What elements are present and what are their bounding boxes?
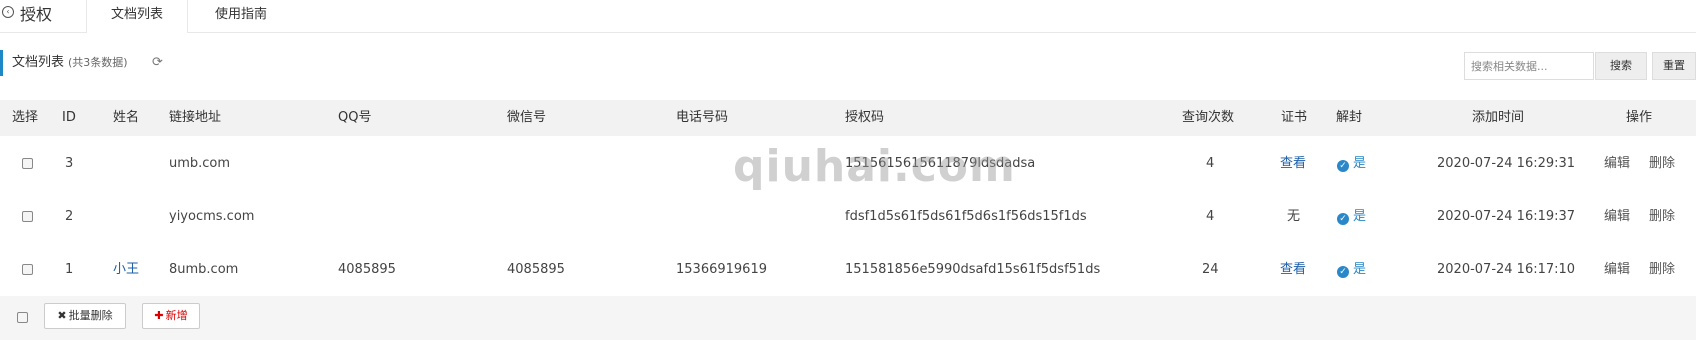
close-icon: ✖: [57, 309, 67, 322]
row-checkbox[interactable]: [22, 158, 33, 169]
row-unlock-label: 是: [1353, 209, 1367, 224]
table-footer: [0, 296, 1696, 340]
col-cert: 证书: [1281, 110, 1308, 125]
row-queries: 24: [1202, 262, 1219, 277]
list-header: 文档列表 (共3条数据): [0, 50, 128, 76]
col-queries: 查询次数: [1182, 110, 1235, 125]
row-code: fdsf1d5s61f5ds61f5d6s1f56ds15f1ds: [845, 209, 1087, 224]
col-qq: QQ号: [338, 110, 372, 125]
list-count: (共3条数据): [68, 56, 128, 69]
reset-button[interactable]: 重置: [1652, 52, 1696, 80]
row-cert-view[interactable]: 查看: [1280, 243, 1306, 296]
plus-icon: ✚: [154, 309, 164, 322]
row-id: 1: [65, 262, 74, 277]
tab-usage-guide[interactable]: 使用指南: [196, 0, 286, 32]
row-url: umb.com: [169, 156, 231, 171]
row-edit-button[interactable]: 编辑: [1604, 137, 1630, 190]
table-row: 2 yiyocms.com fdsf1d5s61f5ds61f5d6s1f56d…: [0, 190, 1696, 244]
row-delete-button[interactable]: 删除: [1649, 190, 1675, 243]
row-phone: 15366919619: [676, 262, 767, 277]
col-unlock: 解封: [1336, 110, 1363, 125]
col-id: ID: [62, 110, 76, 125]
batch-delete-label: 批量删除: [68, 309, 113, 322]
col-time: 添加时间: [1472, 110, 1525, 125]
row-unlock-label: 是: [1353, 156, 1367, 171]
check-circle-icon: ✓: [1337, 213, 1349, 225]
back-icon[interactable]: ‹: [2, 6, 14, 18]
row-code: 151581856e5990dsafd15s61f5dsf51ds: [845, 262, 1101, 277]
row-id: 3: [65, 156, 74, 171]
row-name[interactable]: 小王: [113, 243, 139, 296]
row-unlock[interactable]: ✓ 是: [1337, 243, 1366, 296]
row-url: 8umb.com: [169, 262, 239, 277]
row-time: 2020-07-24 16:29:31: [1437, 156, 1576, 171]
row-checkbox[interactable]: [22, 264, 33, 275]
row-queries: 4: [1206, 156, 1215, 171]
row-cert-none: 无: [1287, 209, 1301, 224]
row-unlock-label: 是: [1353, 262, 1367, 277]
tab-doc-list[interactable]: 文档列表: [86, 0, 188, 33]
row-wechat: 4085895: [507, 262, 565, 277]
row-url: yiyocms.com: [169, 209, 255, 224]
row-id: 2: [65, 209, 74, 224]
row-edit-button[interactable]: 编辑: [1604, 190, 1630, 243]
refresh-icon[interactable]: ⟳: [152, 56, 166, 70]
col-code: 授权码: [845, 110, 885, 125]
add-label: 新增: [165, 309, 188, 322]
watermark: qiuhai.com: [733, 141, 1016, 192]
col-name: 姓名: [113, 110, 140, 125]
list-title: 文档列表: [12, 55, 65, 70]
batch-delete-button[interactable]: ✖ 批量删除: [44, 303, 126, 329]
table-row: 1 小王 8umb.com 4085895 4085895 1536691961…: [0, 243, 1696, 297]
search-input[interactable]: [1464, 52, 1594, 80]
row-time: 2020-07-24 16:17:10: [1437, 262, 1576, 277]
row-qq: 4085895: [338, 262, 396, 277]
col-url: 链接地址: [169, 110, 222, 125]
table-header: 选择 ID 姓名 链接地址 QQ号 微信号 电话号码 授权码 查询次数 证书 解…: [0, 100, 1696, 136]
row-edit-button[interactable]: 编辑: [1604, 243, 1630, 296]
row-time: 2020-07-24 16:19:37: [1437, 209, 1576, 224]
col-actions: 操作: [1626, 110, 1653, 125]
row-unlock[interactable]: ✓ 是: [1337, 137, 1366, 190]
row-unlock[interactable]: ✓ 是: [1337, 190, 1366, 243]
select-all-checkbox[interactable]: [17, 312, 28, 323]
page-title: 授权: [20, 5, 53, 24]
row-queries: 4: [1206, 209, 1215, 224]
row-delete-button[interactable]: 删除: [1649, 137, 1675, 190]
col-phone: 电话号码: [676, 110, 729, 125]
add-button[interactable]: ✚ 新增: [142, 303, 200, 329]
top-bar: ‹ 授权 文档列表 使用指南: [0, 0, 1696, 33]
check-circle-icon: ✓: [1337, 266, 1349, 278]
row-delete-button[interactable]: 删除: [1649, 243, 1675, 296]
check-circle-icon: ✓: [1337, 160, 1349, 172]
col-wechat: 微信号: [507, 110, 547, 125]
col-select: 选择: [12, 110, 39, 125]
search-button[interactable]: 搜索: [1595, 52, 1647, 80]
row-checkbox[interactable]: [22, 211, 33, 222]
row-cert-view[interactable]: 查看: [1280, 137, 1306, 190]
